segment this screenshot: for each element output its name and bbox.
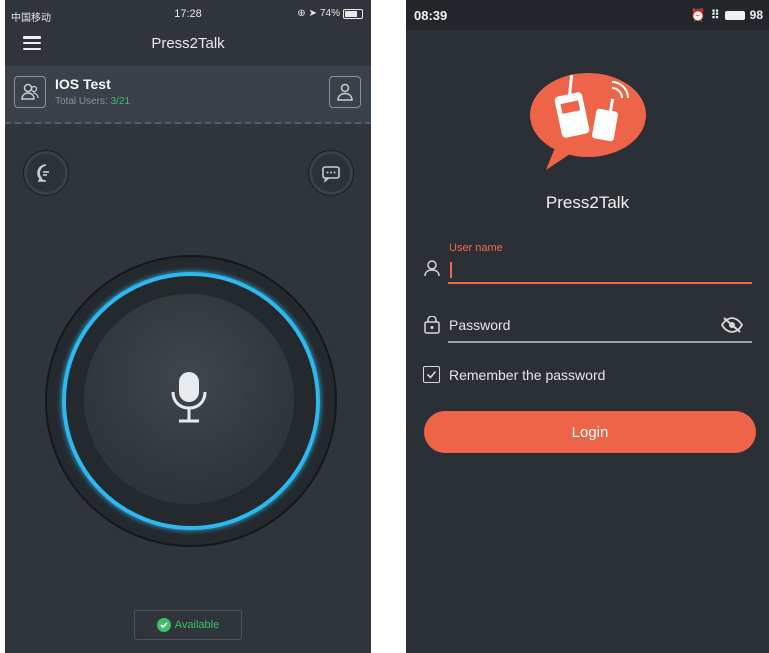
battery-icon (724, 10, 745, 20)
username-field[interactable] (448, 256, 752, 282)
check-icon (426, 370, 437, 379)
brand-title: Press2Talk (545, 193, 630, 212)
check-icon (156, 618, 171, 632)
microphone-icon (171, 372, 207, 423)
login-button[interactable]: Login (424, 411, 756, 453)
status-right: ⊕ ➤ 74% (297, 8, 363, 19)
users-count: 3/21 (110, 96, 131, 107)
alarm-icon: ⏰ (690, 8, 706, 22)
login-screen: 08:39 ⏰ ⠿ 98 Press2Talk User name Passwo… (406, 0, 769, 653)
user-icon (424, 260, 440, 277)
chat-icon (322, 166, 340, 183)
location-icon: ➤ (308, 8, 317, 19)
status-time: 08:39 (414, 8, 448, 23)
status-icons: ⏰ ⠿ 98 (691, 8, 763, 22)
group-icon[interactable] (14, 76, 46, 108)
app-title: Press2Talk (151, 35, 225, 52)
chat-button[interactable] (308, 150, 354, 196)
signal-icon: ⠿ (710, 8, 720, 22)
app-header: Press2Talk (5, 28, 371, 58)
battery-icon (343, 8, 363, 19)
message-icon (37, 164, 49, 182)
text-message-button[interactable] (23, 150, 69, 196)
remember-label[interactable]: Remember the password (449, 367, 605, 383)
status-bar: 中国移动 17:28 ⊕ ➤ 74% (5, 0, 371, 30)
group-users: Total Users: 3/21 (55, 96, 130, 107)
group-bar[interactable]: IOS Test Total Users: 3/21 (5, 66, 371, 124)
app-logo-icon (530, 73, 646, 170)
ptt-main-screen: 中国移动 17:28 ⊕ ➤ 74% Press2Talk IOS Test T… (5, 0, 371, 653)
status-bar: 08:39 ⏰ ⠿ 98 (406, 0, 769, 30)
users-label: Total Users: (55, 96, 108, 107)
alarm-icon: ⊕ (297, 8, 306, 19)
lock-icon (424, 316, 440, 334)
remember-checkbox[interactable] (423, 366, 440, 383)
battery-percent: 74% (319, 8, 340, 19)
username-underline (448, 282, 752, 284)
hide-password-icon[interactable] (720, 316, 744, 334)
password-field[interactable]: Password (449, 317, 510, 333)
username-label: User name (449, 242, 503, 254)
user-profile-icon[interactable] (329, 76, 361, 108)
availability-label: Available (174, 619, 220, 631)
battery-percent: 98 (749, 8, 763, 22)
password-underline (448, 341, 752, 343)
group-name: IOS Test (55, 76, 111, 92)
availability-badge: Available (134, 610, 242, 640)
